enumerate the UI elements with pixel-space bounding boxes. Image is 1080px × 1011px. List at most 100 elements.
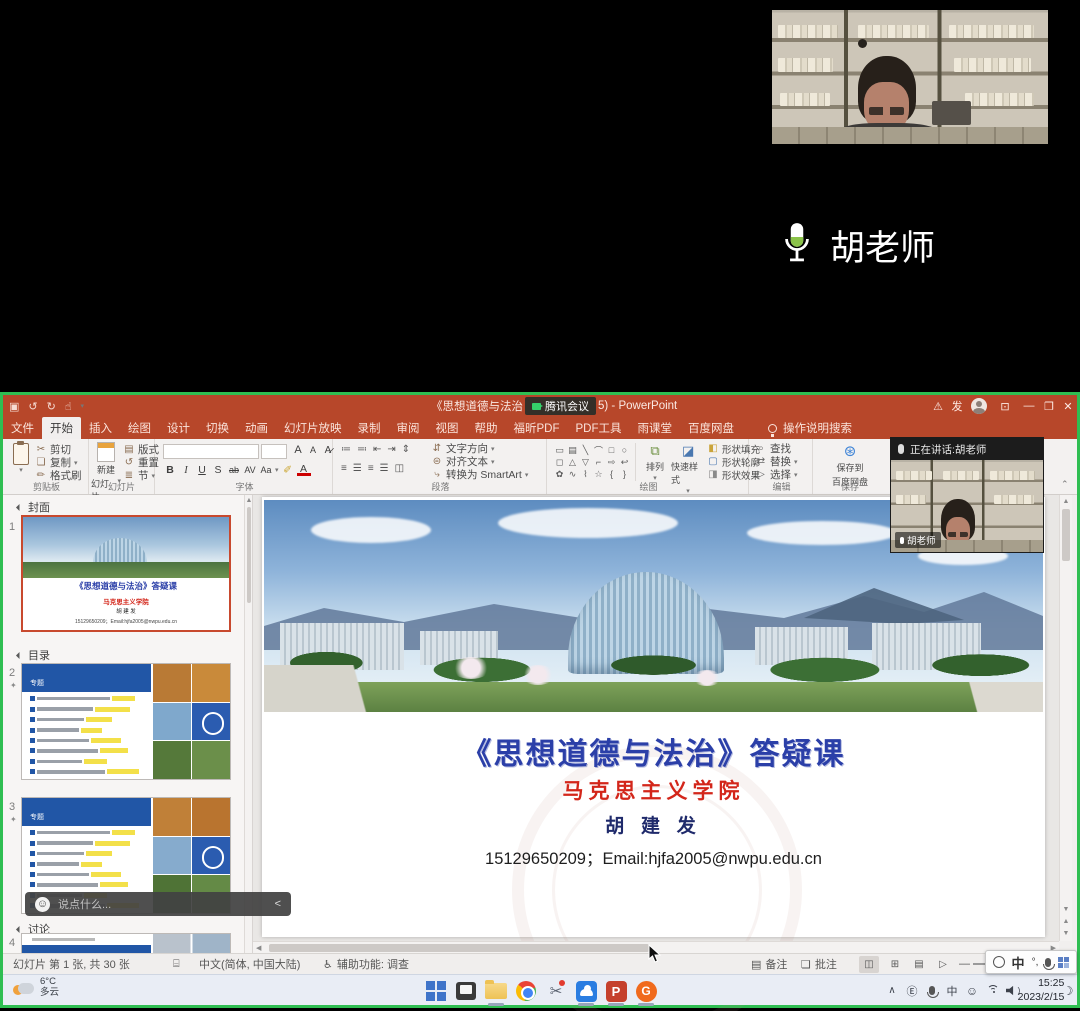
- account-avatar[interactable]: [967, 395, 991, 417]
- ime-language-icon[interactable]: [993, 956, 1005, 968]
- font-size-combobox[interactable]: [261, 444, 287, 459]
- shape-glyph[interactable]: ✿: [553, 468, 566, 480]
- reading-view-button[interactable]: ▤: [909, 956, 929, 973]
- shape-glyph[interactable]: ☆: [592, 468, 605, 480]
- highlight-button[interactable]: ✐: [281, 463, 295, 477]
- paste-button[interactable]: ▾: [9, 443, 33, 474]
- shape-glyph[interactable]: ╲: [579, 444, 592, 456]
- underline-button[interactable]: U: [195, 463, 209, 477]
- tab-slideshow[interactable]: 幻灯片放映: [276, 417, 350, 439]
- bullets-button[interactable]: ≔: [341, 444, 351, 455]
- tell-me-search[interactable]: 操作说明搜索: [768, 417, 852, 439]
- redo-icon[interactable]: ↻: [47, 400, 56, 413]
- screenshot-tool-icon[interactable]: ✂: [544, 979, 568, 1003]
- shape-glyph[interactable]: ▽: [579, 456, 592, 468]
- tab-foxit-pdf[interactable]: 福昕PDF: [506, 417, 568, 439]
- shrink-font-button[interactable]: A: [306, 443, 320, 457]
- ribbon-display-options-icon[interactable]: ⊡: [993, 395, 1017, 417]
- minimize-button[interactable]: —: [1019, 395, 1039, 417]
- main-vertical-scrollbar[interactable]: ▲ ▼ ▲ ▼: [1059, 495, 1072, 941]
- slide-thumbnail-1[interactable]: 《思想道德与法治》答疑课 马克思主义学院 胡 建 发 15129650209；E…: [21, 515, 231, 632]
- taskbar-weather[interactable]: 6°C 多云: [11, 977, 59, 999]
- qat-customize-caret[interactable]: ▾: [81, 402, 85, 410]
- tab-animations[interactable]: 动画: [237, 417, 276, 439]
- shape-gallery[interactable]: ▭▤╲⌒□○◻△▽⌐⇨↩✿∿⌇☆{}: [553, 444, 631, 480]
- columns-button[interactable]: ◫: [395, 463, 404, 474]
- tab-file[interactable]: 文件: [3, 417, 42, 439]
- shape-glyph[interactable]: ⇨: [605, 456, 618, 468]
- hscroll-thumb[interactable]: [269, 944, 649, 952]
- bold-button[interactable]: B: [163, 463, 177, 477]
- shape-glyph[interactable]: □: [605, 444, 618, 456]
- close-button[interactable]: ✕: [1059, 395, 1077, 417]
- ime-mic-icon[interactable]: [1045, 958, 1051, 967]
- numbering-button[interactable]: ≕: [357, 444, 367, 455]
- panel-scroll-thumb[interactable]: [247, 507, 251, 603]
- collapse-ribbon-icon[interactable]: ⌃: [1061, 479, 1069, 490]
- new-slide-button[interactable]: 新建 幻灯片▾: [91, 442, 121, 503]
- grow-font-button[interactable]: A: [291, 443, 305, 457]
- notes-button[interactable]: ▤备注: [751, 954, 787, 974]
- shape-glyph[interactable]: ▤: [566, 444, 579, 456]
- scroll-thumb[interactable]: [1062, 509, 1070, 561]
- panel-scrollbar[interactable]: ▲: [244, 495, 253, 953]
- zoom-out-button[interactable]: —: [959, 954, 970, 974]
- shape-glyph[interactable]: ⌐: [592, 456, 605, 468]
- align-right-button[interactable]: ≡: [368, 463, 374, 474]
- font-name-combobox[interactable]: [163, 444, 259, 459]
- justify-button[interactable]: ☰: [380, 463, 389, 474]
- scroll-up-arrow[interactable]: ▲: [245, 495, 253, 506]
- ime-toolbar[interactable]: 中 °,: [985, 950, 1077, 974]
- tab-pdf-tools[interactable]: PDF工具: [568, 417, 630, 439]
- zoom-slider[interactable]: [973, 963, 985, 965]
- clear-format-button[interactable]: A̷: [321, 443, 335, 457]
- shadow-button[interactable]: S: [211, 463, 225, 477]
- tray-mic-icon[interactable]: [923, 975, 941, 1006]
- tab-record[interactable]: 录制: [350, 417, 389, 439]
- emoji-icon[interactable]: ☺: [35, 897, 50, 912]
- section-toc[interactable]: 目录: [17, 647, 50, 663]
- slide-thumbnail-2[interactable]: 专题: [21, 663, 231, 780]
- file-explorer-icon[interactable]: [484, 979, 508, 1003]
- warning-icon[interactable]: ⚠: [928, 395, 948, 417]
- tab-help[interactable]: 帮助: [467, 417, 506, 439]
- scroll-down-arrow[interactable]: ▼: [1060, 904, 1072, 915]
- shape-glyph[interactable]: ⌇: [579, 468, 592, 480]
- shape-glyph[interactable]: {: [605, 468, 618, 480]
- quiet-hours-moon-icon[interactable]: ☽: [1061, 975, 1075, 1006]
- shape-glyph[interactable]: △: [566, 456, 579, 468]
- slide-thumbnail-4[interactable]: [21, 933, 231, 953]
- tray-emoji-icon[interactable]: ☺: [963, 975, 981, 1006]
- shape-glyph[interactable]: ⌒: [592, 444, 605, 456]
- ime-toolbox-icon[interactable]: [1058, 957, 1069, 968]
- baidu-netdisk-icon[interactable]: [574, 979, 598, 1003]
- hidden-icons-chevron[interactable]: ∧: [883, 975, 901, 1006]
- collapse-chat-icon[interactable]: <: [275, 898, 281, 910]
- start-button[interactable]: [424, 979, 448, 1003]
- shape-glyph[interactable]: ↩: [618, 456, 631, 468]
- tab-review[interactable]: 审阅: [389, 417, 428, 439]
- section-cover[interactable]: 封面: [17, 499, 50, 515]
- scroll-left-arrow[interactable]: ◀: [256, 944, 261, 952]
- meeting-chat-pill[interactable]: ☺ 说点什么... <: [25, 892, 291, 916]
- tab-view[interactable]: 视图: [428, 417, 467, 439]
- previous-slide-button[interactable]: ▲: [1060, 916, 1072, 927]
- powerpoint-icon[interactable]: P: [604, 979, 628, 1003]
- tray-app-icon[interactable]: Ⓔ: [903, 975, 921, 1006]
- italic-button[interactable]: I: [179, 463, 193, 477]
- indent-button[interactable]: ⇥: [387, 444, 395, 455]
- save-icon[interactable]: ▣: [9, 400, 19, 413]
- slide-sorter-view-button[interactable]: ⊞: [885, 956, 905, 973]
- scroll-up-arrow[interactable]: ▲: [1060, 496, 1072, 507]
- align-center-button[interactable]: ☰: [353, 463, 362, 474]
- tab-transitions[interactable]: 切换: [198, 417, 237, 439]
- comments-button[interactable]: ❏批注: [801, 954, 837, 974]
- account-name[interactable]: 发: [949, 395, 965, 417]
- tab-draw[interactable]: 绘图: [120, 417, 159, 439]
- undo-icon[interactable]: ↺: [28, 400, 37, 413]
- wifi-icon[interactable]: [985, 975, 1003, 1006]
- meeting-video-overlay[interactable]: 正在讲话:胡老师: [890, 437, 1044, 553]
- restore-button[interactable]: ❐: [1039, 395, 1059, 417]
- shape-glyph[interactable]: ○: [618, 444, 631, 456]
- slideshow-view-button[interactable]: ▷: [933, 956, 953, 973]
